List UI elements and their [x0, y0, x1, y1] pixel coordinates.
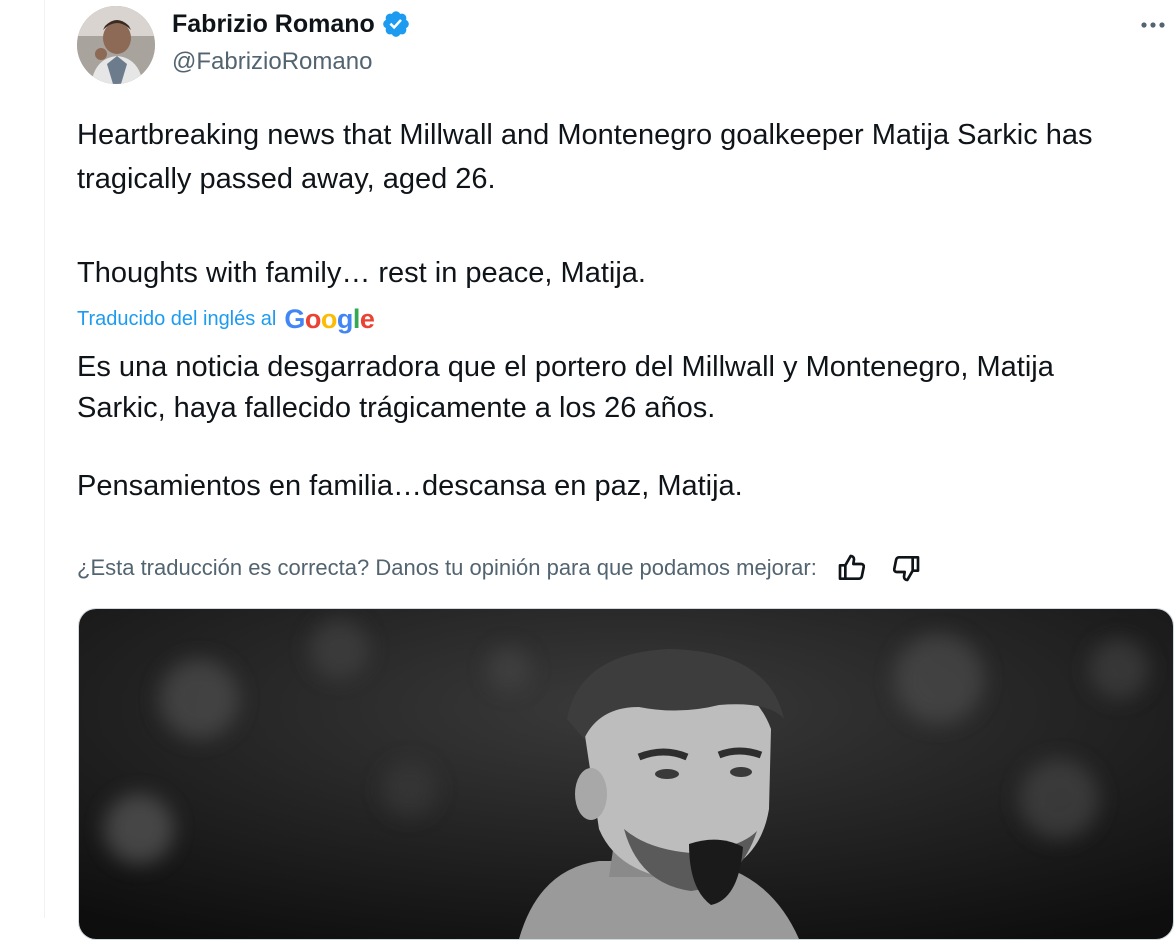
more-icon [1141, 22, 1165, 28]
translated-text-paragraph: Es una noticia desgarradora que el porte… [77, 351, 1054, 424]
author-display-name[interactable]: Fabrizio Romano [172, 10, 375, 39]
tweet-text-paragraph: Thoughts with family… rest in peace, Mat… [77, 257, 646, 289]
more-button[interactable] [1136, 8, 1170, 42]
goalkeeper-photo [79, 609, 1173, 939]
avatar-photo [77, 6, 155, 84]
translated-text-paragraph: Pensamientos en familia…descansa en paz,… [77, 470, 743, 502]
translated-by-label[interactable]: Traducido del inglés al [77, 308, 276, 331]
translated-by: Traducido del inglés al Google [77, 304, 375, 335]
author-handle[interactable]: @FabrizioRomano [172, 48, 372, 76]
timeline-border [44, 0, 45, 918]
tweet-text-paragraph: Heartbreaking news that Millwall and Mon… [77, 119, 1093, 195]
translation-feedback: ¿Esta traducción es correcta? Danos tu o… [77, 548, 925, 588]
thumbs-up-button[interactable] [833, 549, 871, 587]
author-name-row: Fabrizio Romano [172, 8, 411, 40]
google-logo: Google [284, 304, 375, 334]
tweet-media-image[interactable] [78, 608, 1174, 940]
thumbs-down-button[interactable] [887, 549, 925, 587]
avatar[interactable] [77, 6, 155, 84]
thumbs-up-icon [838, 554, 865, 580]
verified-badge-icon [382, 11, 409, 37]
feedback-prompt: ¿Esta traducción es correcta? Danos tu o… [77, 555, 817, 580]
thumbs-down-icon [892, 556, 920, 582]
